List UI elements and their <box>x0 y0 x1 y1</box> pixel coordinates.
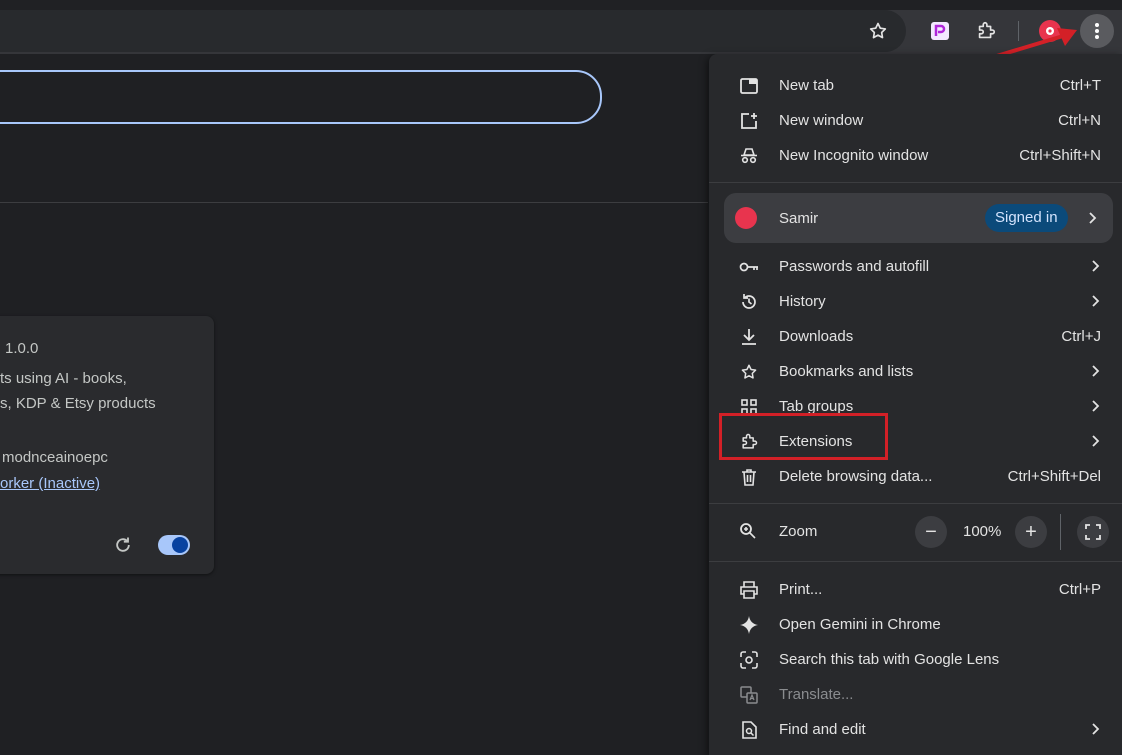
print-icon <box>739 580 759 600</box>
menu-item-shortcut: Ctrl+P <box>1058 581 1101 598</box>
lens-icon <box>739 650 759 670</box>
menu-separator <box>709 182 1122 183</box>
menu-item-incognito[interactable]: New Incognito window Ctrl+Shift+N <box>709 138 1122 173</box>
chevron-right-icon <box>1092 365 1100 377</box>
download-icon <box>739 327 759 347</box>
extension-id: modnceainoepc <box>2 449 108 466</box>
chevron-right-icon <box>1092 723 1100 735</box>
service-worker-link[interactable]: orker (Inactive) <box>0 475 100 492</box>
menu-item-label: New Incognito window <box>779 147 929 164</box>
menu-item-shortcut: Ctrl+Shift+Del <box>1007 468 1101 485</box>
menu-separator <box>709 503 1122 504</box>
menu-item-label: Find and edit <box>779 721 866 738</box>
menu-item-label: New window <box>779 112 864 129</box>
zoom-out-button[interactable]: − <box>915 516 947 548</box>
gemini-sparkle-icon <box>739 615 759 635</box>
zoom-row: Zoom − 100% + <box>709 512 1122 552</box>
extension-toggle[interactable] <box>158 535 190 555</box>
search-input[interactable] <box>0 70 602 124</box>
menu-item-passwords[interactable]: Passwords and autofill <box>709 249 1122 284</box>
menu-item-label: Translate... <box>779 686 854 703</box>
avatar <box>735 207 757 229</box>
zoom-separator <box>1060 514 1061 550</box>
extension-description-line1: ts using AI - books, <box>0 370 127 387</box>
history-icon <box>739 292 759 312</box>
menu-item-label: Search this tab with Google Lens <box>779 651 1000 668</box>
zoom-level: 100% <box>963 523 1002 540</box>
menu-item-print[interactable]: Print... Ctrl+P <box>709 572 1122 607</box>
menu-item-history[interactable]: History <box>709 284 1122 319</box>
fullscreen-icon <box>1085 524 1101 540</box>
menu-item-find-edit[interactable]: Find and edit <box>709 712 1122 747</box>
chevron-right-icon <box>1092 260 1100 272</box>
key-icon <box>739 257 759 277</box>
window-top-strip <box>0 0 1122 10</box>
zoom-label: Zoom <box>779 523 818 540</box>
menu-item-translate: Translate... <box>709 677 1122 712</box>
bookmark-star-icon <box>739 362 759 382</box>
menu-item-label: Print... <box>779 581 823 598</box>
menu-item-bookmarks[interactable]: Bookmarks and lists <box>709 354 1122 389</box>
extension-app-icon[interactable] <box>926 17 954 45</box>
new-window-icon <box>739 111 759 131</box>
menu-item-google-lens[interactable]: Search this tab with Google Lens <box>709 642 1122 677</box>
zoom-icon <box>739 522 757 545</box>
chevron-right-icon <box>1092 435 1100 447</box>
more-vert-icon[interactable] <box>1080 14 1114 48</box>
address-bar[interactable] <box>0 10 906 52</box>
menu-item-shortcut: Ctrl+T <box>1059 77 1101 94</box>
translate-icon <box>739 685 759 705</box>
menu-item-label: New tab <box>779 77 835 94</box>
extension-version: 1.0.0 <box>5 340 39 357</box>
menu-item-shortcut: Ctrl+Shift+N <box>1019 147 1101 164</box>
reload-icon[interactable] <box>113 535 133 555</box>
profile-row[interactable]: Samir Signed in <box>724 193 1113 243</box>
extension-description-line2: s, KDP & Etsy products <box>0 395 156 412</box>
find-icon <box>739 720 759 740</box>
zoom-in-button[interactable]: + <box>1015 516 1047 548</box>
menu-item-new-tab[interactable]: New tab Ctrl+T <box>709 68 1122 103</box>
profile-name: Samir <box>779 210 819 227</box>
menu-separator <box>709 561 1122 562</box>
star-icon[interactable] <box>864 17 892 45</box>
chrome-menu: New tab Ctrl+T New window Ctrl+N New Inc… <box>709 54 1122 755</box>
extensions-highlight-box <box>719 413 888 460</box>
new-tab-icon <box>739 76 759 96</box>
toggle-knob <box>172 537 188 553</box>
menu-item-delete-data[interactable]: Delete browsing data... Ctrl+Shift+Del <box>709 459 1122 494</box>
menu-item-label: Bookmarks and lists <box>779 363 914 380</box>
menu-item-shortcut: Ctrl+J <box>1061 328 1101 345</box>
menu-item-label: History <box>779 293 826 310</box>
status-badge: Signed in <box>985 204 1068 232</box>
fullscreen-button[interactable] <box>1077 516 1109 548</box>
trash-icon <box>739 467 759 487</box>
menu-item-label: Passwords and autofill <box>779 258 930 275</box>
chevron-right-icon <box>1092 400 1100 412</box>
menu-item-label: Open Gemini in Chrome <box>779 616 941 633</box>
menu-item-label: Delete browsing data... <box>779 468 933 485</box>
chevron-right-icon <box>1089 212 1097 224</box>
incognito-icon <box>739 146 759 166</box>
menu-item-gemini[interactable]: Open Gemini in Chrome <box>709 607 1122 642</box>
chevron-right-icon <box>1092 295 1100 307</box>
menu-item-shortcut: Ctrl+N <box>1058 112 1101 129</box>
menu-item-new-window[interactable]: New window Ctrl+N <box>709 103 1122 138</box>
menu-item-downloads[interactable]: Downloads Ctrl+J <box>709 319 1122 354</box>
menu-item-label: Downloads <box>779 328 854 345</box>
page-divider <box>0 202 708 203</box>
